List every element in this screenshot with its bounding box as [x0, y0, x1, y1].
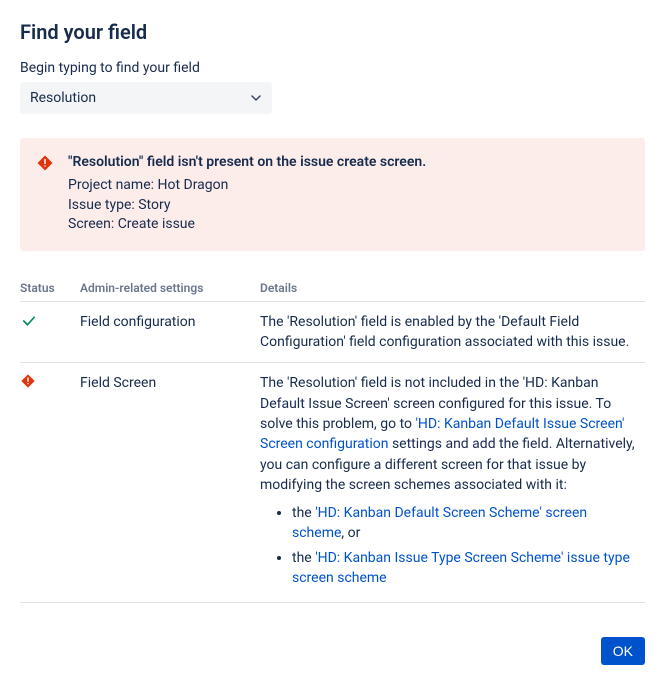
- table-row: Field configuration The 'Resolution' fie…: [20, 301, 645, 363]
- status-cell: [20, 301, 80, 363]
- warning-panel: "Resolution" field isn't present on the …: [20, 138, 645, 251]
- field-label: Begin typing to find your field: [20, 60, 645, 76]
- status-cell: [20, 363, 80, 603]
- check-icon: [20, 312, 72, 330]
- admin-cell: Field Screen: [80, 363, 260, 603]
- alert-project: Project name: Hot Dragon: [68, 176, 629, 196]
- list-item: the 'HD: Kanban Default Screen Scheme' s…: [292, 503, 637, 544]
- error-icon: [36, 154, 54, 172]
- alert-title: "Resolution" field isn't present on the …: [68, 154, 629, 170]
- issue-type-screen-scheme-link[interactable]: 'HD: Kanban Issue Type Screen Scheme' is…: [292, 550, 630, 586]
- page-title: Find your field: [20, 20, 645, 44]
- settings-table: Status Admin-related settings Details Fi…: [20, 275, 645, 604]
- col-header-details: Details: [260, 275, 645, 302]
- col-header-status: Status: [20, 275, 80, 302]
- field-select-value[interactable]: Resolution: [20, 82, 272, 114]
- admin-cell: Field configuration: [80, 301, 260, 363]
- bullet-pre: the: [292, 505, 315, 521]
- ok-button[interactable]: OK: [601, 637, 645, 665]
- alert-issue-type: Issue type: Story: [68, 196, 629, 216]
- list-item: the 'HD: Kanban Issue Type Screen Scheme…: [292, 548, 637, 589]
- col-header-admin: Admin-related settings: [80, 275, 260, 302]
- bullet-post: , or: [341, 525, 360, 541]
- field-select[interactable]: Resolution: [20, 82, 272, 114]
- alert-screen: Screen: Create issue: [68, 215, 629, 235]
- bullet-pre: the: [292, 550, 315, 566]
- details-cell: The 'Resolution' field is not included i…: [260, 363, 645, 603]
- screen-scheme-link[interactable]: 'HD: Kanban Default Screen Scheme' scree…: [292, 505, 587, 541]
- error-icon: [20, 373, 72, 389]
- table-row: Field Screen The 'Resolution' field is n…: [20, 363, 645, 603]
- details-cell: The 'Resolution' field is enabled by the…: [260, 301, 645, 363]
